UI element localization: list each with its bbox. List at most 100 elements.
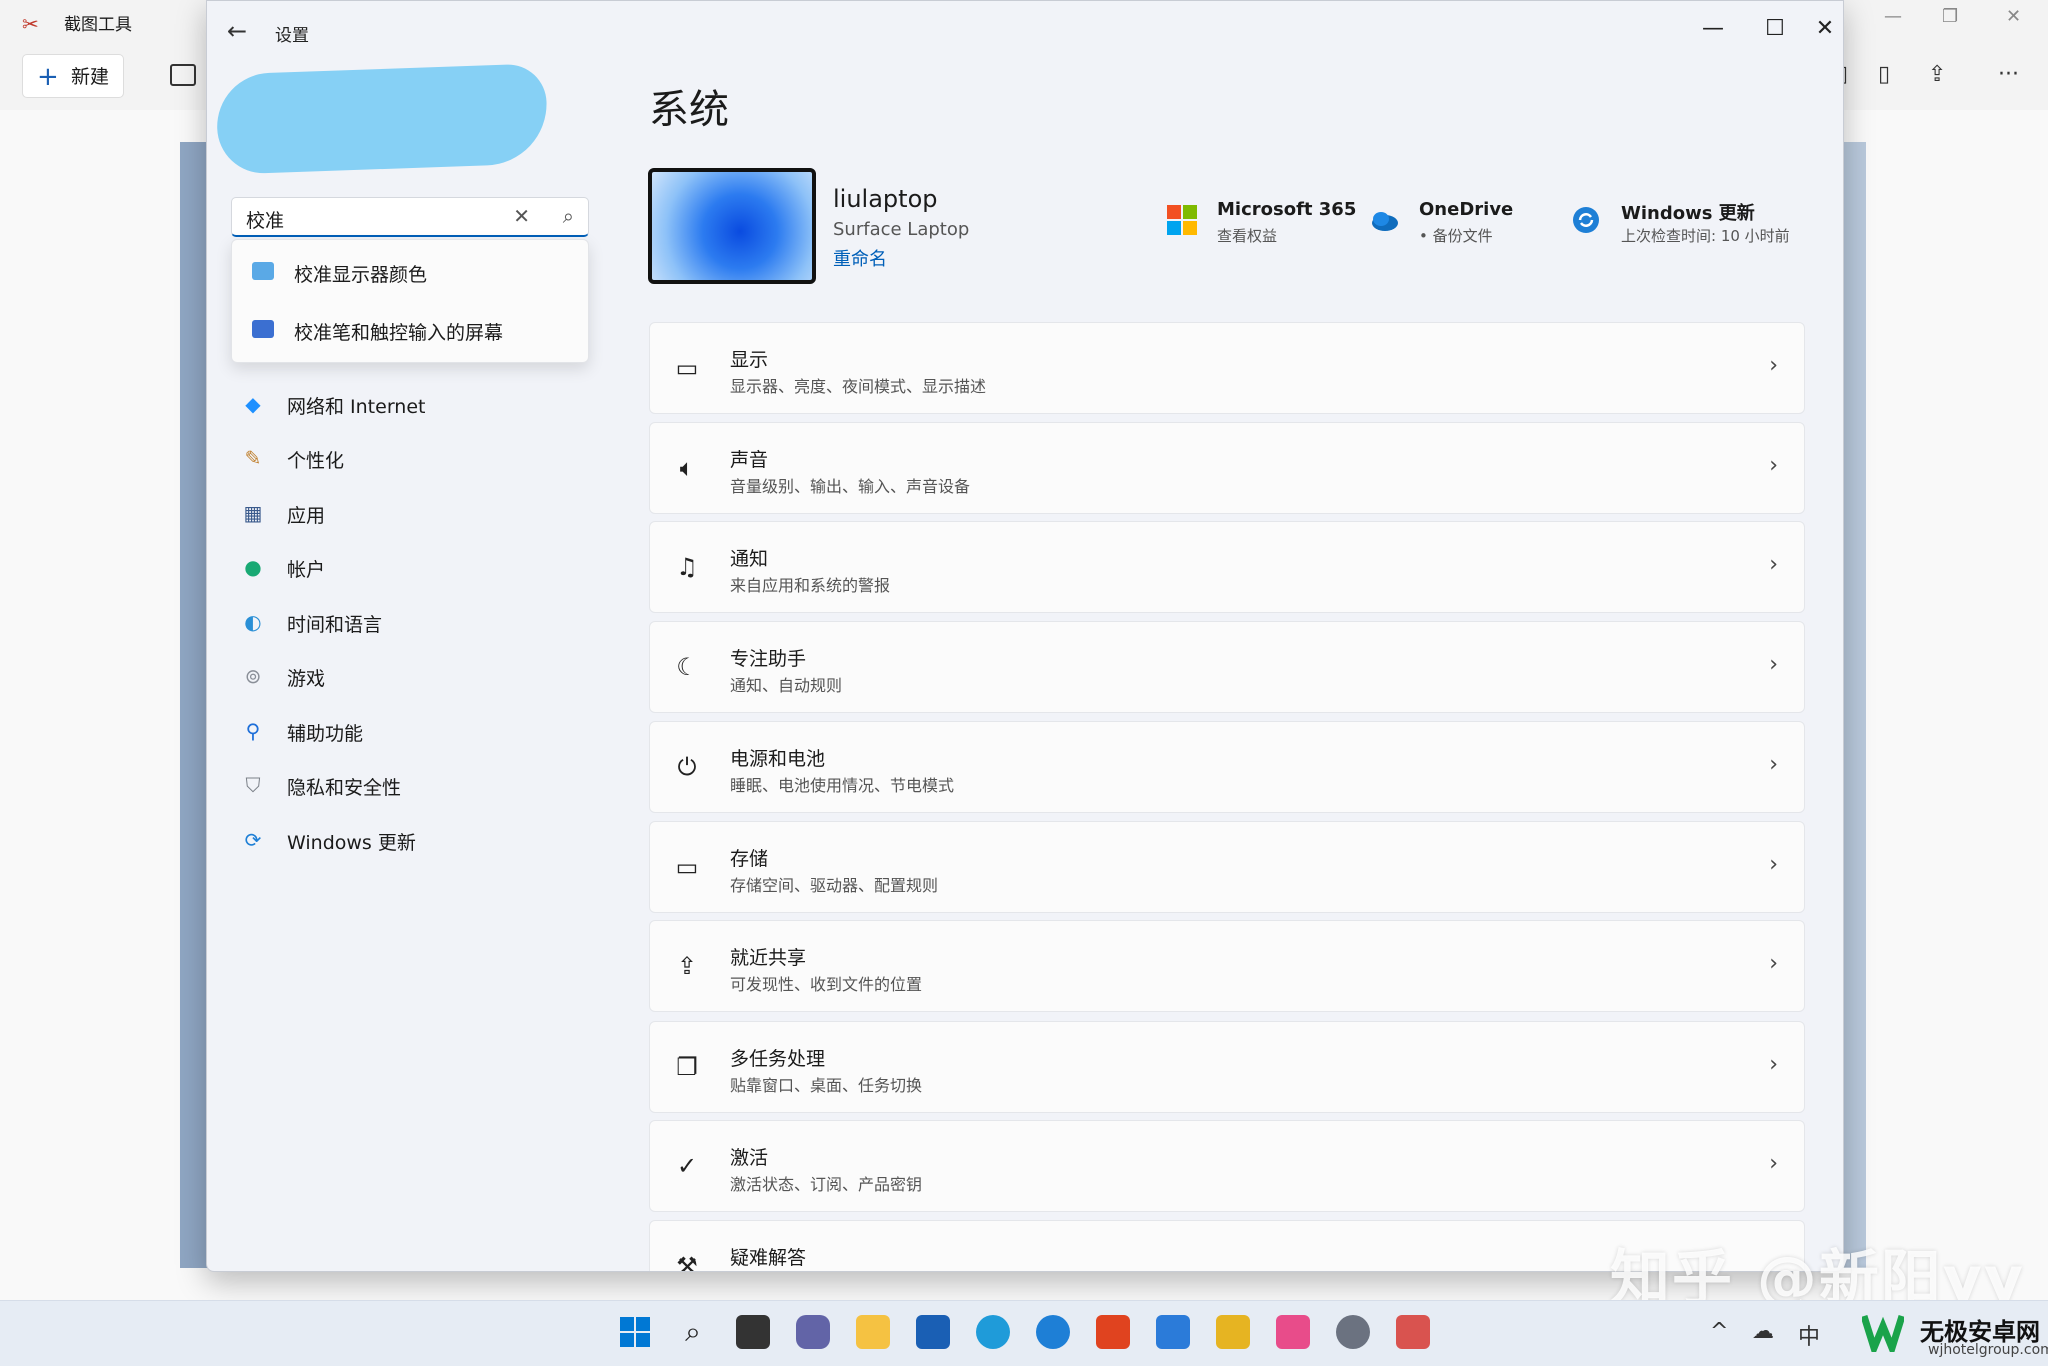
chevron-right-icon: ›: [1769, 852, 1778, 877]
task-view-icon[interactable]: [736, 1315, 770, 1349]
moon-icon: ☾: [676, 653, 698, 681]
taskbar: ⌕ ^ ☁ 中: [0, 1300, 2048, 1366]
chevron-right-icon: ›: [1769, 552, 1778, 577]
settings-card-focus-assist[interactable]: ☾ 专注助手 通知、自动规则 ›: [649, 621, 1805, 713]
settings-card-activation[interactable]: ✓ 激活 激活状态、订阅、产品密钥 ›: [649, 1120, 1805, 1212]
start-windows-icon[interactable]: [618, 1315, 652, 1349]
search-icon[interactable]: ⌕: [563, 204, 574, 228]
storage-icon: ▭: [675, 853, 699, 881]
card-title: 专注助手: [730, 648, 807, 670]
globe-clock-icon: ◐: [244, 610, 262, 634]
quicklink-sub: • 备份文件: [1419, 227, 1493, 245]
nav-item-personalization[interactable]: ✎ 个性化: [227, 435, 607, 481]
search-icon[interactable]: ⌕: [676, 1315, 710, 1349]
settings-card-nearby-sharing[interactable]: ⇪ 就近共享 可发现性、收到文件的位置 ›: [649, 920, 1805, 1012]
ime-indicator[interactable]: 中: [1798, 1319, 1820, 1351]
maximize-button[interactable]: ☐: [1745, 9, 1805, 49]
edge-icon[interactable]: [976, 1315, 1010, 1349]
card-title: 疑难解答: [730, 1247, 807, 1269]
pen-touch-icon: [252, 320, 274, 338]
card-title: 激活: [730, 1147, 769, 1169]
minimize-button[interactable]: —: [1683, 9, 1743, 49]
nav-item-network[interactable]: ◆ 网络和 Internet: [227, 381, 607, 427]
search-input[interactable]: 校准 ✕ ⌕: [231, 197, 589, 237]
card-subtitle: 通知、自动规则: [730, 676, 843, 695]
monitor-color-icon: [252, 262, 274, 280]
settings-card-notifications[interactable]: ♫ 通知 来自应用和系统的警报 ›: [649, 521, 1805, 613]
back-arrow-icon[interactable]: ←: [227, 17, 247, 45]
snipping-tool-icon: ✂: [22, 12, 39, 36]
suggestion-item[interactable]: 校准显示器颜色: [232, 244, 588, 300]
suggestion-label: 校准笔和触控输入的屏幕: [294, 322, 504, 344]
nav-item-accessibility[interactable]: ⚲ 辅助功能: [227, 708, 607, 754]
nav-item-windows-update[interactable]: ⟳ Windows 更新: [227, 817, 607, 863]
restore-icon[interactable]: ❐: [1942, 6, 1958, 27]
nav-item-time-language[interactable]: ◐ 时间和语言: [227, 599, 607, 645]
device-wallpaper-thumbnail: [648, 168, 816, 284]
settings-gear-icon[interactable]: [1336, 1315, 1370, 1349]
app-icon-blue[interactable]: [1036, 1315, 1070, 1349]
nav-label: Windows 更新: [287, 832, 416, 854]
clear-icon[interactable]: ✕: [513, 204, 530, 228]
settings-card-power[interactable]: ⏻ 电源和电池 睡眠、电池使用情况、节电模式 ›: [649, 721, 1805, 813]
nav-item-apps[interactable]: ▦ 应用: [227, 490, 607, 536]
close-icon[interactable]: ✕: [2006, 6, 2021, 27]
chevron-right-icon: ›: [1769, 652, 1778, 677]
nav-item-privacy[interactable]: ⛉ 隐私和安全性: [227, 762, 607, 808]
minimize-icon[interactable]: —: [1884, 6, 1902, 27]
file-explorer-icon[interactable]: [856, 1315, 890, 1349]
chevron-right-icon: ›: [1769, 752, 1778, 777]
card-title: 通知: [730, 548, 769, 570]
settings-card-storage[interactable]: ▭ 存储 存储空间、驱动器、配置规则 ›: [649, 821, 1805, 913]
notepad-icon[interactable]: [1156, 1315, 1190, 1349]
chat-icon[interactable]: [796, 1315, 830, 1349]
store-icon[interactable]: [916, 1315, 950, 1349]
new-snip-button[interactable]: + 新建: [22, 54, 124, 98]
card-subtitle: 存储空间、驱动器、配置规则: [730, 876, 939, 895]
multitask-icon: ❐: [676, 1053, 698, 1081]
quicklink-title: Microsoft 365: [1217, 199, 1357, 220]
nav-item-accounts[interactable]: ● 帐户: [227, 544, 607, 590]
nav-label: 时间和语言: [287, 614, 383, 636]
device-name: liulaptop: [833, 185, 938, 213]
nav-label: 应用: [287, 505, 326, 527]
card-title: 就近共享: [730, 947, 807, 969]
settings-titlebar: ← 设置 — ☐ ✕: [207, 1, 1843, 57]
gamepad-icon: ⊚: [244, 664, 262, 688]
quicklink-title: Windows 更新: [1621, 203, 1755, 224]
shield-icon: ⛉: [245, 773, 261, 797]
account-icon: ●: [244, 555, 262, 579]
brush-icon: ✎: [244, 446, 262, 470]
app-icon-red[interactable]: [1096, 1315, 1130, 1349]
settings-card-sound[interactable]: 🔈︎ 声音 音量级别、输出、输入、声音设备 ›: [649, 422, 1805, 514]
rename-link[interactable]: 重命名: [833, 245, 887, 271]
wrench-icon: ⚒: [676, 1252, 698, 1272]
share-icon[interactable]: ⇪: [1928, 62, 1946, 87]
settings-card-display[interactable]: ▭ 显示 显示器、亮度、夜间模式、显示描述 ›: [649, 322, 1805, 414]
quicklink-sub: 查看权益: [1217, 227, 1278, 245]
card-subtitle: 显示器、亮度、夜间模式、显示描述: [730, 377, 987, 396]
chevron-up-icon[interactable]: ^: [1710, 1319, 1728, 1344]
new-snip-label: 新建: [71, 66, 110, 88]
nav-label: 个性化: [287, 450, 345, 472]
suggestion-item[interactable]: 校准笔和触控输入的屏幕: [232, 302, 588, 358]
copy-icon[interactable]: ▯: [1878, 62, 1890, 87]
onedrive-cloud-icon: [1369, 205, 1399, 235]
onedrive-tray-icon[interactable]: ☁: [1752, 1319, 1774, 1344]
settings-card-multitasking[interactable]: ❐ 多任务处理 贴靠窗口、桌面、任务切换 ›: [649, 1021, 1805, 1113]
nav-item-gaming[interactable]: ⊚ 游戏: [227, 653, 607, 699]
wujiang-logo-icon: [1862, 1314, 1904, 1352]
search-suggestions: 校准显示器颜色 校准笔和触控输入的屏幕: [231, 239, 589, 363]
snip-mode-icon[interactable]: [170, 64, 196, 86]
more-icon[interactable]: ···: [1998, 62, 2019, 87]
app-icon-yellow[interactable]: [1216, 1315, 1250, 1349]
snipping-tool-icon[interactable]: [1396, 1315, 1430, 1349]
bilibili-icon[interactable]: [1276, 1315, 1310, 1349]
card-subtitle: 睡眠、电池使用情况、节电模式: [730, 776, 955, 795]
window-title: 设置: [275, 26, 309, 46]
nav-label: 网络和 Internet: [287, 396, 426, 418]
chevron-right-icon: ›: [1769, 1052, 1778, 1077]
chevron-right-icon: ›: [1769, 951, 1778, 976]
close-button[interactable]: ✕: [1807, 9, 1843, 49]
card-title: 多任务处理: [730, 1048, 826, 1070]
